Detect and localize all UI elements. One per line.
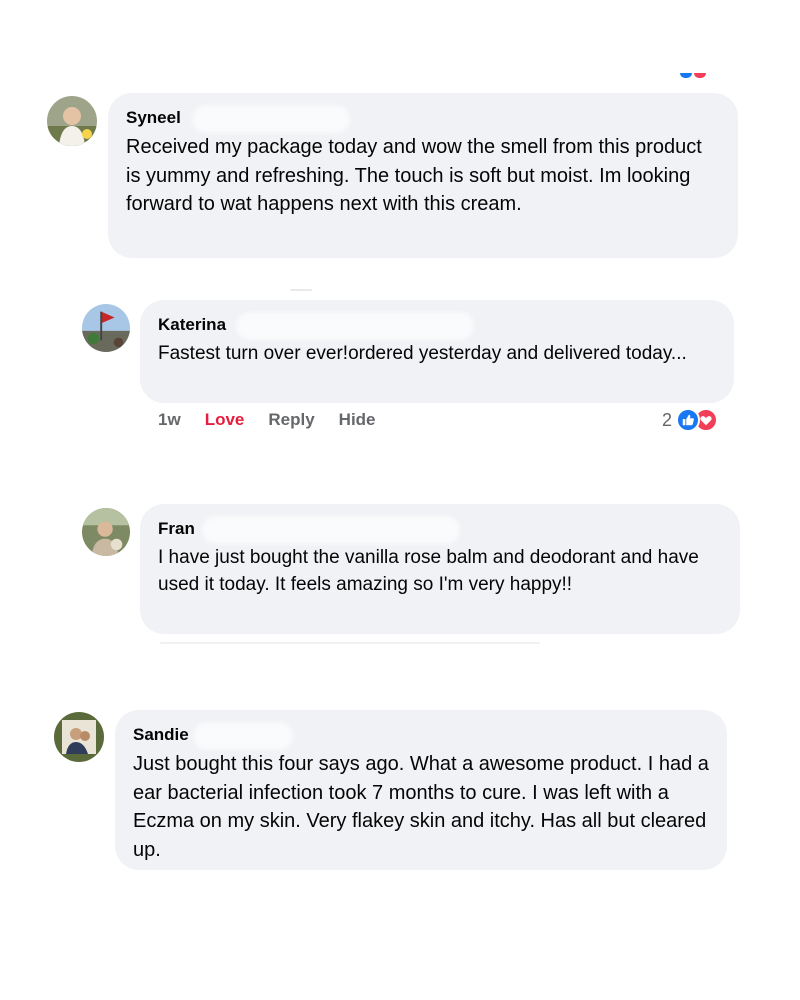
comment-bubble: Fran I have just bought the vanilla rose… — [140, 504, 740, 634]
redacted-surname — [192, 105, 350, 133]
comment-bubble: Sandie Just bought this four says ago. W… — [115, 710, 727, 870]
avatar[interactable] — [47, 96, 97, 146]
love-button[interactable]: Love — [205, 410, 245, 430]
like-icon — [676, 408, 701, 432]
author-name[interactable]: Syneel — [126, 108, 181, 127]
comment-text: Just bought this four says ago. What a a… — [133, 753, 709, 861]
redacted-surname — [202, 516, 460, 544]
avatar[interactable] — [82, 304, 130, 352]
reaction-count: 2 — [662, 409, 673, 430]
comment-actions: 1w Love Reply Hide — [158, 410, 376, 430]
author-name[interactable]: Fran — [158, 519, 195, 538]
timestamp[interactable]: 1w — [158, 410, 181, 430]
divider — [160, 642, 540, 644]
hide-button[interactable]: Hide — [339, 410, 376, 430]
avatar[interactable] — [82, 508, 130, 556]
redacted-surname — [193, 722, 293, 750]
divider — [290, 289, 312, 291]
avatar[interactable] — [54, 712, 104, 762]
author-name[interactable]: Sandie — [133, 725, 189, 744]
comment-bubble: Syneel Received my package today and wow… — [108, 93, 738, 258]
redacted-surname — [236, 312, 474, 340]
comment-text: Fastest turn over ever!ordered yesterday… — [158, 343, 687, 364]
comment-text: Received my package today and wow the sm… — [126, 136, 702, 215]
author-name[interactable]: Katerina — [158, 315, 226, 334]
reply-button[interactable]: Reply — [268, 410, 314, 430]
cropped-reactions — [680, 73, 706, 78]
comment-bubble: Katerina Fastest turn over ever!ordered … — [140, 300, 734, 403]
reaction-summary[interactable]: 2 — [662, 408, 719, 432]
comment-text: I have just bought the vanilla rose balm… — [158, 547, 699, 595]
